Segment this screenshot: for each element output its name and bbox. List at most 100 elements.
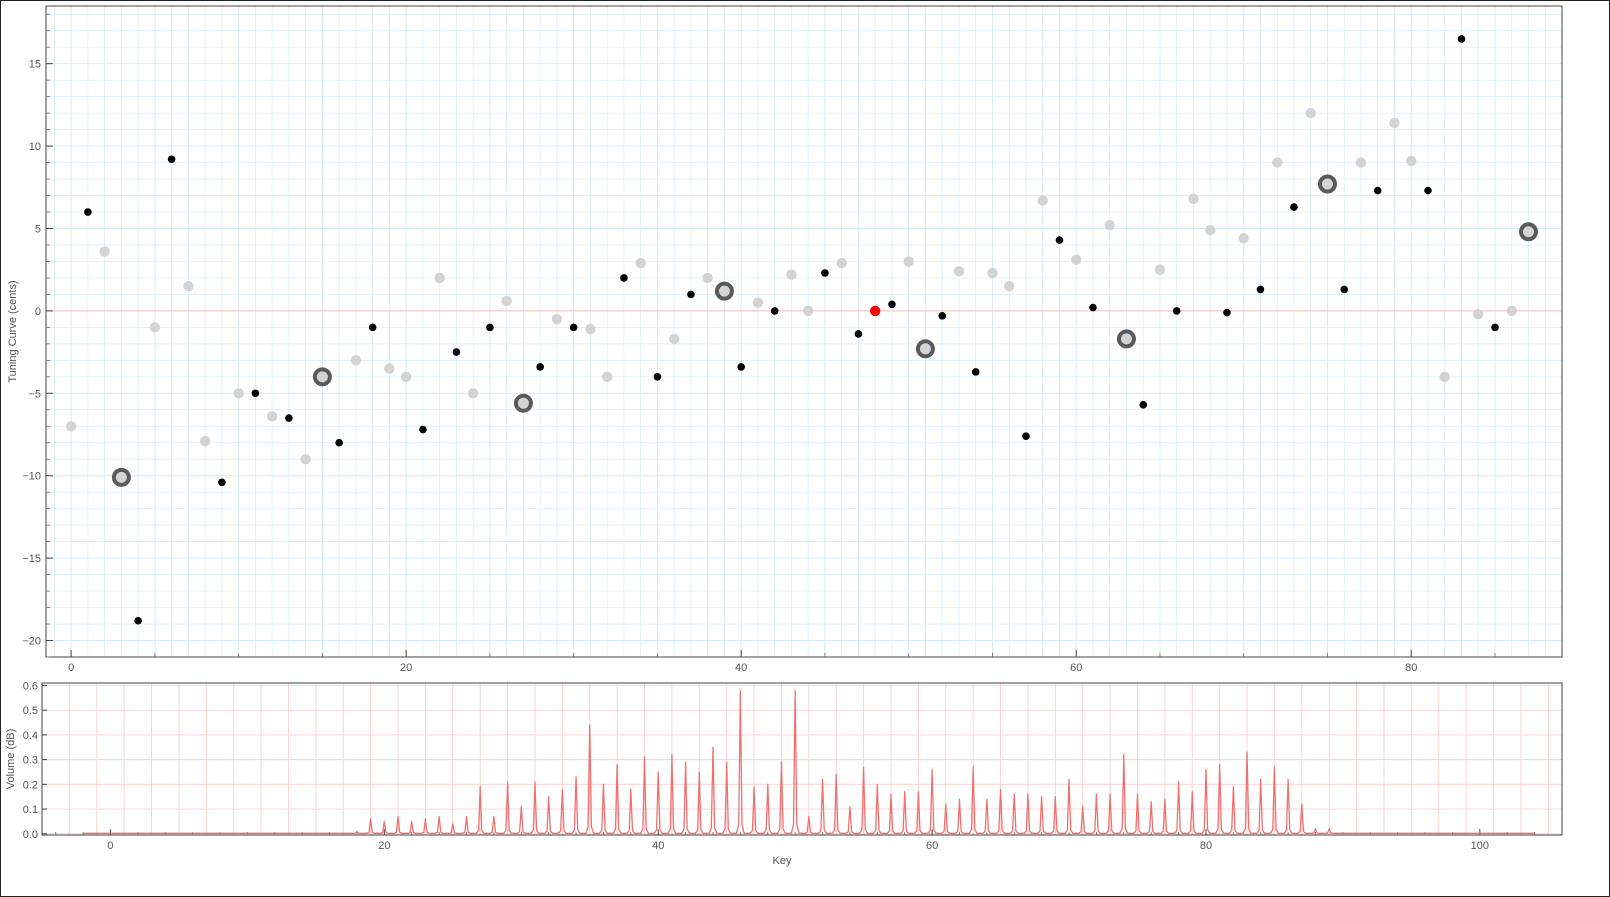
black-key-point	[218, 478, 226, 487]
black-key-point	[653, 373, 662, 381]
y-tick-label: 15	[29, 59, 41, 71]
white-key-point	[1104, 219, 1115, 231]
white-key-point	[1506, 305, 1517, 317]
volume-plot: 0 20 40 60 80 100 0.0 0.1 0.2 0.3 0.4 0.5 0.6 Volume…	[5, 680, 1563, 867]
x-tick-label: 60	[926, 840, 938, 852]
ringed-key-point	[1317, 174, 1337, 194]
white-key-point	[467, 388, 479, 399]
black-key-point	[1223, 308, 1231, 317]
black-key-point	[1055, 236, 1064, 244]
black-key-point	[620, 274, 628, 282]
black-key-point	[1373, 186, 1382, 195]
x-tick-label: 0	[68, 662, 74, 674]
y-tick-label: 0.3	[23, 755, 38, 767]
black-key-point	[419, 425, 427, 434]
white-key-point	[802, 305, 814, 317]
ringed-key-point	[1116, 329, 1136, 349]
black-key-point	[1424, 186, 1432, 195]
white-key-point	[668, 333, 680, 345]
y-tick-label: 5	[35, 223, 41, 235]
volume-plot-area	[42, 683, 1562, 835]
x-tick-label: 40	[735, 662, 747, 674]
reference-key-point	[869, 305, 881, 317]
black-key-point	[569, 323, 578, 332]
white-key-point	[99, 246, 110, 257]
white-key-point	[384, 363, 395, 374]
y-tick-label: −15	[22, 553, 41, 565]
y-axis-label-volume: Volume (dB)	[5, 729, 17, 790]
white-key-point	[601, 371, 613, 383]
ringed-key-point	[513, 393, 533, 413]
y-tick-label: 0.6	[23, 680, 38, 692]
x-tick-label: 20	[378, 840, 390, 852]
white-key-point	[1154, 264, 1166, 275]
white-key-point	[65, 421, 77, 432]
white-key-point	[233, 388, 244, 399]
black-key-point	[687, 290, 695, 299]
black-key-point	[368, 323, 377, 332]
black-key-point	[84, 208, 92, 216]
black-key-point	[1172, 307, 1181, 315]
white-key-point	[199, 435, 211, 447]
y-tick-label: 0.1	[23, 804, 38, 816]
white-key-point	[1439, 371, 1450, 383]
black-key-point	[1139, 401, 1148, 409]
x-tick-label: 100	[1471, 840, 1489, 852]
black-key-point	[536, 363, 544, 371]
y-tick-label: −5	[28, 388, 41, 400]
white-key-point	[400, 371, 412, 383]
black-key-point	[1457, 35, 1466, 43]
white-key-point	[836, 257, 847, 269]
white-key-point	[752, 297, 764, 308]
y-tick-label: 0.4	[23, 730, 38, 742]
white-key-point	[1071, 254, 1082, 266]
white-key-point	[350, 355, 362, 366]
white-key-point	[266, 411, 278, 422]
black-key-point	[1491, 323, 1499, 332]
black-key-point	[938, 312, 946, 320]
white-key-point	[501, 295, 512, 307]
black-key-point	[1022, 432, 1030, 440]
black-key-point	[486, 323, 494, 332]
y-tick-label: 0.5	[23, 705, 38, 717]
black-key-point	[335, 438, 343, 447]
white-key-point	[551, 313, 563, 325]
ringed-key-point	[312, 367, 332, 387]
x-tick-label: 0	[107, 840, 113, 852]
black-key-point	[971, 368, 980, 376]
white-key-point	[702, 272, 713, 284]
white-key-point	[1272, 157, 1283, 168]
white-key-point	[1355, 157, 1367, 168]
black-key-point	[134, 616, 142, 625]
y-tick-label: 10	[29, 141, 41, 153]
black-key-point	[452, 348, 461, 356]
white-key-point	[1205, 224, 1216, 236]
ringed-key-point	[111, 467, 131, 487]
black-key-point	[854, 330, 863, 338]
y-tick-label: 0	[35, 306, 41, 318]
black-key-point	[1340, 285, 1349, 294]
white-key-point	[953, 266, 965, 277]
black-key-point	[770, 307, 779, 315]
x-tick-label: 60	[1070, 662, 1082, 674]
white-key-point	[585, 323, 596, 335]
y-tick-label: 0.0	[23, 829, 38, 841]
white-key-point	[183, 280, 194, 292]
x-tick-label: 80	[1405, 662, 1417, 674]
white-key-point	[1406, 155, 1417, 167]
white-key-point	[1389, 117, 1400, 129]
black-key-point	[821, 269, 829, 277]
black-key-point	[1089, 303, 1097, 312]
black-key-point	[737, 363, 745, 371]
black-key-point	[1256, 285, 1265, 294]
y-tick-label: −20	[22, 636, 41, 648]
ringed-key-point	[714, 281, 734, 301]
black-key-point	[285, 414, 293, 422]
white-key-point	[786, 269, 797, 280]
white-key-point	[987, 267, 998, 279]
black-key-point	[888, 300, 896, 309]
y-axis-label-tuning: Tuning Curve (cents)	[7, 280, 19, 382]
y-tick-label: 0.2	[23, 779, 38, 791]
white-key-point	[1238, 233, 1249, 244]
white-key-point	[1305, 107, 1316, 119]
